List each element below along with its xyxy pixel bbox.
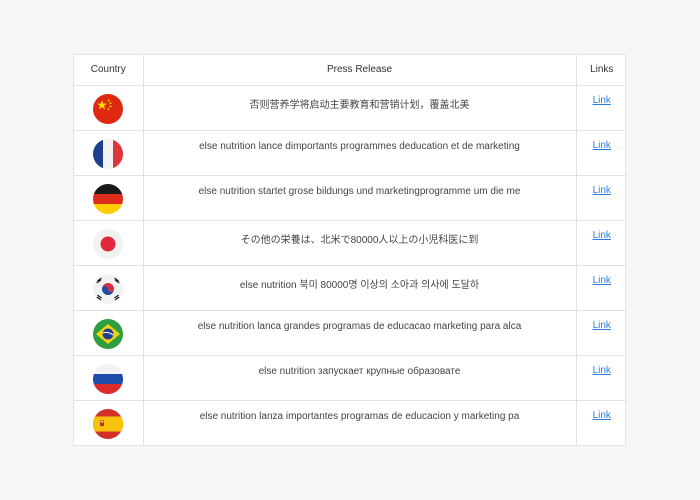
link-cell: Link — [576, 400, 627, 445]
press-release-link[interactable]: Link — [593, 95, 611, 106]
link-cell: Link — [576, 355, 627, 401]
country-cell — [74, 400, 144, 445]
south-korea-flag-icon — [93, 273, 124, 304]
header-press-release: Press Release — [143, 55, 577, 86]
table: Country Press Release Links 否则营养学将启动主要教育… — [74, 55, 627, 445]
france-flag-icon — [93, 138, 124, 169]
press-release-text: else nutrition lance dimportants program… — [143, 130, 577, 176]
press-release-text: else nutrition lanca grandes programas d… — [143, 310, 577, 356]
page: Country Press Release Links 否则营养学将启动主要教育… — [0, 0, 700, 500]
brazil-flag-icon — [93, 318, 124, 349]
country-cell — [74, 265, 144, 311]
country-cell — [74, 85, 144, 131]
link-cell: Link — [576, 175, 627, 221]
link-cell: Link — [576, 130, 627, 176]
press-release-text: else nutrition 북미 80000명 이상의 소아과 의사에 도달하 — [143, 265, 577, 311]
table-row: その他の栄養は、北米で80000人以上の小児科医に到 Link — [74, 220, 627, 266]
header-country: Country — [74, 55, 144, 86]
table-row: 否则营养学将启动主要教育和营销计划，覆盖北美 Link — [74, 85, 627, 131]
link-cell: Link — [576, 310, 627, 356]
press-release-text: その他の栄養は、北米で80000人以上の小児科医に到 — [143, 220, 577, 266]
table-row: else nutrition lanza importantes program… — [74, 400, 627, 445]
press-release-link[interactable]: Link — [593, 410, 611, 421]
table-row: else nutrition lanca grandes programas d… — [74, 310, 627, 356]
press-release-link[interactable]: Link — [593, 320, 611, 331]
press-release-text: 否则营养学将启动主要教育和营销计划，覆盖北美 — [143, 85, 577, 131]
table-row: else nutrition lance dimportants program… — [74, 130, 627, 176]
press-release-link[interactable]: Link — [593, 185, 611, 196]
table-row: else nutrition 북미 80000명 이상의 소아과 의사에 도달하… — [74, 265, 627, 311]
press-release-link[interactable]: Link — [593, 140, 611, 151]
country-cell — [74, 310, 144, 356]
header-links: Links — [576, 55, 627, 86]
link-cell: Link — [576, 265, 627, 311]
table-row: else nutrition запускает крупные образов… — [74, 355, 627, 401]
press-release-link[interactable]: Link — [593, 275, 611, 286]
russia-flag-icon — [93, 363, 124, 394]
press-release-text: else nutrition запускает крупные образов… — [143, 355, 577, 401]
germany-flag-icon — [93, 183, 124, 214]
spain-flag-icon — [93, 408, 124, 439]
country-cell — [74, 220, 144, 266]
country-cell — [74, 175, 144, 221]
japan-flag-icon — [93, 228, 124, 259]
press-release-link[interactable]: Link — [593, 365, 611, 376]
country-cell — [74, 355, 144, 401]
table-row: else nutrition startet grose bildungs un… — [74, 175, 627, 221]
country-cell — [74, 130, 144, 176]
press-release-text: else nutrition lanza importantes program… — [143, 400, 577, 445]
press-release-text: else nutrition startet grose bildungs un… — [143, 175, 577, 221]
press-release-link[interactable]: Link — [593, 230, 611, 241]
table-header-row: Country Press Release Links — [74, 55, 627, 86]
link-cell: Link — [576, 85, 627, 131]
link-cell: Link — [576, 220, 627, 266]
press-release-table: Country Press Release Links 否则营养学将启动主要教育… — [73, 54, 627, 446]
china-flag-icon — [93, 93, 124, 124]
